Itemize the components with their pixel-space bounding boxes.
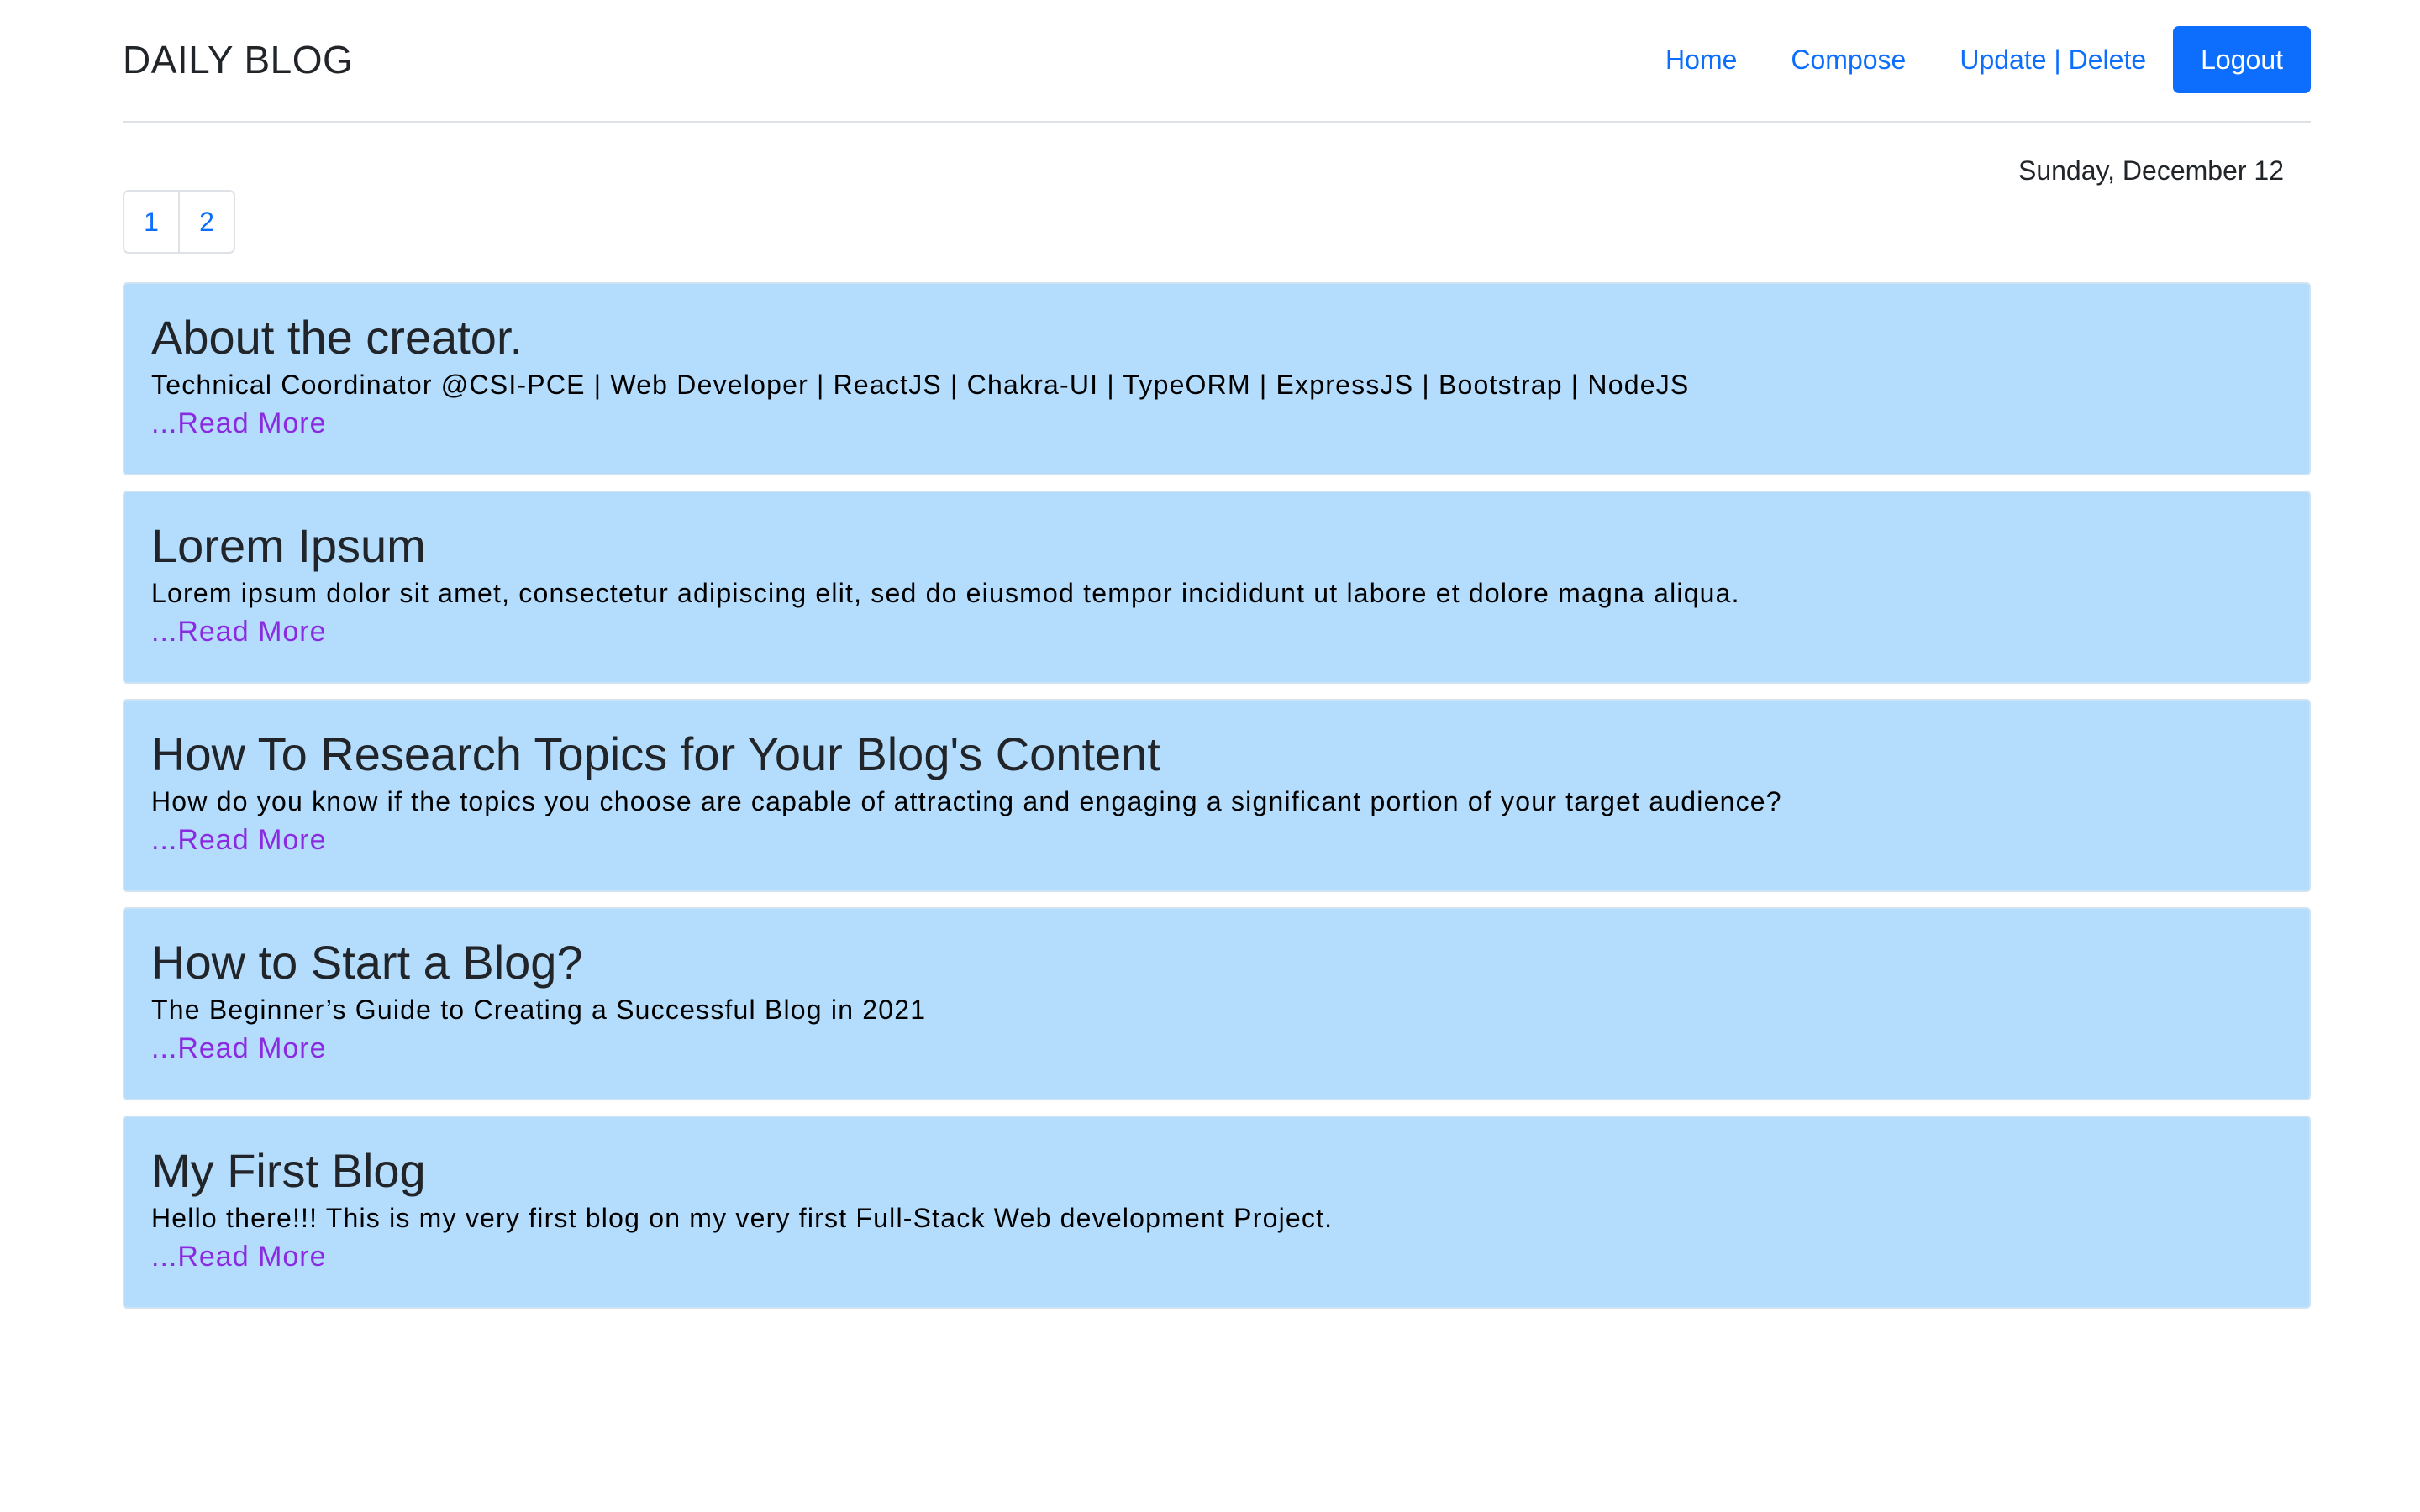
read-more-link[interactable]: ...Read More (151, 820, 327, 860)
date-row: Sunday, December 12 (123, 123, 2311, 186)
post-excerpt: Hello there!!! This is my very first blo… (151, 1203, 1334, 1233)
post-card: My First Blog Hello there!!! This is my … (123, 1116, 2311, 1309)
nav-compose-link[interactable]: Compose (1791, 45, 1906, 76)
logout-button[interactable]: Logout (2173, 26, 2311, 93)
page-link-2[interactable]: 2 (178, 192, 234, 252)
brand-logo[interactable]: DAILY BLOG (123, 37, 353, 82)
post-title: About the creator. (151, 311, 523, 364)
page-link-1[interactable]: 1 (124, 192, 178, 252)
page-container: DAILY BLOG Home Compose Update | Delete … (123, 0, 2311, 1309)
nav-home-link[interactable]: Home (1665, 45, 1737, 76)
post-title: Lorem Ipsum (151, 519, 426, 572)
read-more-link[interactable]: ...Read More (151, 403, 327, 444)
nav-links: Home Compose Update | Delete Logout (1665, 26, 2311, 93)
post-card: How to Start a Blog? The Beginner’s Guid… (123, 907, 2311, 1100)
post-card: Lorem Ipsum Lorem ipsum dolor sit amet, … (123, 491, 2311, 684)
pagination: 1 2 (123, 190, 235, 254)
post-excerpt: The Beginner’s Guide to Creating a Succe… (151, 995, 927, 1025)
post-card: How To Research Topics for Your Blog's C… (123, 699, 2311, 892)
post-list: About the creator. Technical Coordinator… (123, 282, 2311, 1324)
post-title: My First Blog (151, 1144, 426, 1197)
navbar: DAILY BLOG Home Compose Update | Delete … (123, 0, 2311, 123)
read-more-link[interactable]: ...Read More (151, 1236, 327, 1277)
nav-update-delete-link[interactable]: Update | Delete (1960, 45, 2146, 76)
post-card: About the creator. Technical Coordinator… (123, 282, 2311, 475)
post-title: How To Research Topics for Your Blog's C… (151, 727, 1160, 780)
post-excerpt: Technical Coordinator @CSI-PCE | Web Dev… (151, 370, 1690, 400)
post-excerpt: How do you know if the topics you choose… (151, 786, 1782, 816)
read-more-link[interactable]: ...Read More (151, 612, 327, 652)
read-more-link[interactable]: ...Read More (151, 1028, 327, 1068)
post-title: How to Start a Blog? (151, 936, 583, 989)
current-date: Sunday, December 12 (2018, 155, 2284, 186)
post-excerpt: Lorem ipsum dolor sit amet, consectetur … (151, 578, 1740, 608)
